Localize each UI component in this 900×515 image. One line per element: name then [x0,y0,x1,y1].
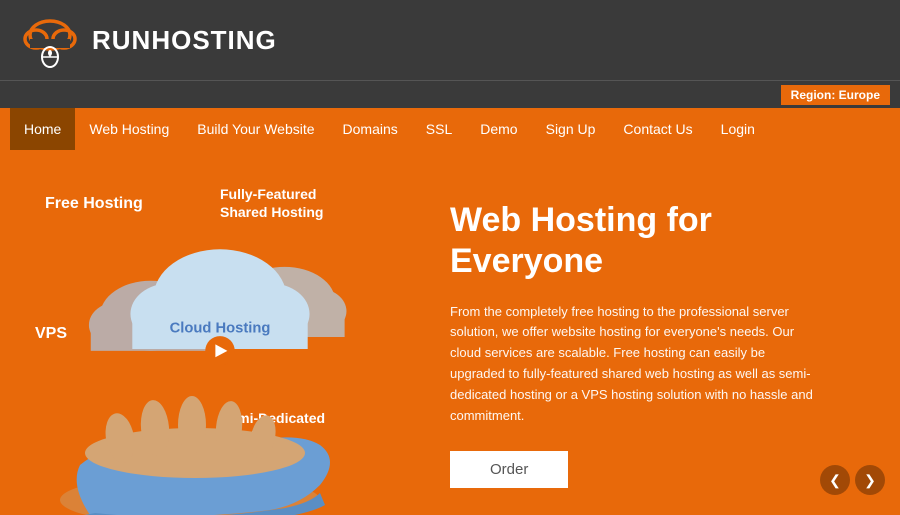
region-bar: Region: Europe [0,80,900,108]
nav-ssl[interactable]: SSL [412,108,466,150]
brand-name: RUNHOSTING [92,25,277,56]
nav-demo[interactable]: Demo [466,108,531,150]
logo-area: RUNHOSTING [20,13,277,68]
hand-illustration [30,345,360,515]
logo-icon [20,13,80,68]
nav-web-hosting[interactable]: Web Hosting [75,108,183,150]
hero: Free Hosting Fully-FeaturedShared Hostin… [0,150,900,515]
header: RUNHOSTING [0,0,900,80]
nav-contact[interactable]: Contact Us [609,108,706,150]
order-button[interactable]: Order [450,451,568,488]
prev-arrow[interactable]: ❮ [820,465,850,495]
nav-domains[interactable]: Domains [329,108,412,150]
nav-signup[interactable]: Sign Up [532,108,610,150]
next-arrow[interactable]: ❯ [855,465,885,495]
nav-build-website[interactable]: Build Your Website [183,108,328,150]
nav: Home Web Hosting Build Your Website Doma… [0,108,900,150]
nav-login[interactable]: Login [707,108,769,150]
svg-text:Cloud Hosting: Cloud Hosting [170,320,271,336]
hero-right: Web Hosting for Everyone From the comple… [430,150,900,515]
hero-left: Free Hosting Fully-FeaturedShared Hostin… [0,150,430,515]
nav-home[interactable]: Home [10,108,75,150]
hero-description: From the completely free hosting to the … [450,302,820,427]
nav-arrows: ❮ ❯ [820,465,885,495]
region-badge: Region: Europe [781,85,890,105]
hero-title: Web Hosting for Everyone [450,200,870,282]
